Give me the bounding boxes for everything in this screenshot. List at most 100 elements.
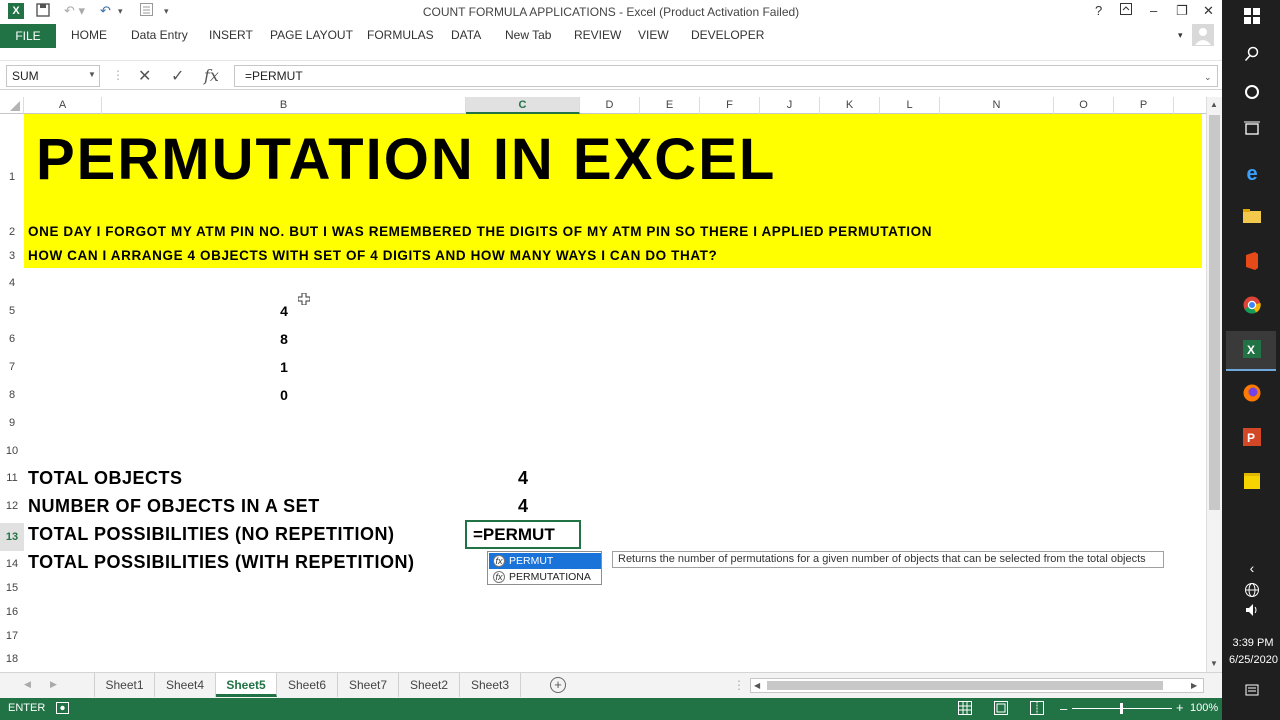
search-icon[interactable]	[1242, 46, 1262, 66]
insert-function-icon[interactable]: fx	[204, 66, 219, 85]
sheet-tab[interactable]: Sheet3	[460, 673, 521, 697]
row-header[interactable]: 7	[0, 356, 24, 378]
tab-formulas[interactable]: FORMULAS	[367, 28, 434, 42]
value-objects-in-set[interactable]: 4	[505, 496, 541, 517]
autocomplete-item-permut[interactable]: fx PERMUT	[489, 553, 601, 569]
label-with-repetition[interactable]: TOTAL POSSIBILITIES (WITH REPETITION)	[28, 552, 415, 573]
column-header-c[interactable]: C	[466, 97, 580, 114]
row-header[interactable]: 5	[0, 300, 24, 322]
row-header[interactable]: 14	[0, 553, 24, 575]
powerpoint-icon[interactable]: P	[1242, 428, 1262, 448]
column-header-l[interactable]: L	[880, 97, 940, 114]
tab-split-handle-icon[interactable]: ⋮	[733, 678, 745, 692]
firefox-icon[interactable]	[1242, 384, 1262, 404]
row-header[interactable]: 6	[0, 328, 24, 350]
ribbon-display-icon[interactable]	[1120, 3, 1132, 18]
volume-icon[interactable]	[1242, 602, 1262, 622]
tab-developer[interactable]: DEVELOPER	[691, 28, 764, 42]
label-total-objects[interactable]: TOTAL OBJECTS	[28, 468, 183, 489]
cancel-icon[interactable]: ✕	[138, 66, 151, 86]
clock-time[interactable]: 3:39 PM	[1226, 637, 1280, 649]
tab-insert[interactable]: INSERT	[209, 28, 253, 42]
row-header[interactable]: 4	[0, 272, 24, 294]
select-all-corner[interactable]	[0, 97, 24, 114]
file-explorer-icon[interactable]	[1242, 208, 1262, 228]
next-sheet-icon[interactable]: ▶	[50, 679, 57, 690]
label-no-repetition[interactable]: TOTAL POSSIBILITIES (NO REPETITION)	[28, 524, 395, 545]
row-header[interactable]: 11	[0, 467, 24, 489]
cortana-icon[interactable]	[1242, 84, 1262, 104]
tab-view[interactable]: VIEW	[638, 28, 669, 42]
digit-cell[interactable]: 1	[276, 359, 292, 375]
row-header[interactable]: 3	[0, 245, 24, 267]
close-icon[interactable]: ✕	[1203, 3, 1214, 19]
avatar[interactable]	[1192, 24, 1214, 46]
page-layout-view-icon[interactable]	[994, 701, 1008, 718]
sheet-tab-active[interactable]: Sheet5	[216, 673, 277, 697]
active-cell-editor[interactable]: =PERMUT	[465, 520, 581, 549]
network-icon[interactable]	[1242, 582, 1262, 602]
column-header-k[interactable]: K	[820, 97, 880, 114]
label-objects-in-set[interactable]: NUMBER OF OBJECTS IN A SET	[28, 496, 320, 517]
column-header-d[interactable]: D	[580, 97, 640, 114]
horizontal-scroll-thumb[interactable]	[767, 681, 1163, 690]
row-header[interactable]: 8	[0, 384, 24, 406]
page-break-view-icon[interactable]	[1030, 701, 1044, 718]
scroll-down-icon[interactable]: ▼	[1210, 659, 1218, 668]
tab-review[interactable]: REVIEW	[574, 28, 621, 42]
name-box-dropdown-icon[interactable]: ▼	[88, 70, 96, 79]
column-header-b[interactable]: B	[102, 97, 466, 114]
autocomplete-item-permutationa[interactable]: fx PERMUTATIONA	[489, 569, 601, 585]
vertical-scrollbar[interactable]: ▲ ▼	[1206, 97, 1222, 672]
task-view-icon[interactable]	[1242, 121, 1262, 141]
expand-formula-bar-icon[interactable]: ⌄	[1204, 72, 1212, 83]
zoom-in-icon[interactable]: +	[1176, 700, 1184, 715]
prev-sheet-icon[interactable]: ◀	[24, 679, 31, 690]
zoom-out-icon[interactable]: –	[1060, 701, 1067, 716]
scroll-up-icon[interactable]: ▲	[1210, 100, 1218, 109]
sheet-tab[interactable]: Sheet4	[155, 673, 216, 697]
column-header-a[interactable]: A	[24, 97, 102, 114]
add-sheet-icon[interactable]: +	[550, 677, 566, 693]
row-header[interactable]: 2	[0, 221, 24, 243]
restore-icon[interactable]: ❐	[1176, 3, 1188, 19]
minimize-icon[interactable]: –	[1150, 3, 1157, 18]
sticky-notes-icon[interactable]	[1242, 473, 1262, 493]
sheet-tab[interactable]: Sheet2	[399, 673, 460, 697]
column-header-f[interactable]: F	[700, 97, 760, 114]
column-header-n[interactable]: N	[940, 97, 1054, 114]
name-box[interactable]: SUM	[6, 65, 100, 87]
row-header[interactable]: 16	[0, 601, 24, 623]
tab-home[interactable]: HOME	[71, 28, 107, 42]
windows-start-icon[interactable]	[1242, 8, 1262, 28]
account-dropdown-icon[interactable]: ▾	[1178, 30, 1183, 41]
tab-page-layout[interactable]: PAGE LAYOUT	[270, 28, 353, 42]
zoom-level[interactable]: 100%	[1190, 702, 1218, 714]
show-hidden-icons-icon[interactable]: ‹	[1242, 558, 1262, 578]
value-total-objects[interactable]: 4	[505, 468, 541, 489]
edge-icon[interactable]: e	[1242, 164, 1262, 184]
row-header[interactable]: 12	[0, 495, 24, 517]
scroll-right-icon[interactable]: ▶	[1191, 681, 1197, 690]
tab-data[interactable]: DATA	[451, 28, 481, 42]
column-header-e[interactable]: E	[640, 97, 700, 114]
row-header[interactable]: 15	[0, 577, 24, 599]
tab-data-entry[interactable]: Data Entry	[131, 28, 188, 42]
horizontal-scrollbar[interactable]: ◀ ▶	[750, 678, 1204, 693]
clock-date[interactable]: 6/25/2020	[1226, 654, 1280, 666]
tab-new-tab[interactable]: New Tab	[505, 28, 551, 42]
enter-check-icon[interactable]: ✓	[171, 66, 184, 86]
chrome-icon[interactable]	[1242, 296, 1262, 316]
notifications-icon[interactable]	[1242, 684, 1262, 704]
normal-view-icon[interactable]	[958, 701, 972, 718]
problem-line-1[interactable]: ONE DAY I FORGOT MY ATM PIN NO. BUT I WA…	[28, 224, 932, 239]
tab-file[interactable]: FILE	[0, 24, 56, 48]
sheet-tab[interactable]: Sheet1	[94, 673, 155, 697]
macro-record-icon[interactable]	[56, 702, 69, 717]
row-header[interactable]: 18	[0, 648, 24, 670]
office-icon[interactable]	[1242, 252, 1262, 272]
help-icon[interactable]: ?	[1095, 3, 1102, 18]
sheet-tab[interactable]: Sheet6	[277, 673, 338, 697]
problem-line-2[interactable]: HOW CAN I ARRANGE 4 OBJECTS WITH SET OF …	[28, 248, 717, 263]
digit-cell[interactable]: 8	[276, 331, 292, 347]
